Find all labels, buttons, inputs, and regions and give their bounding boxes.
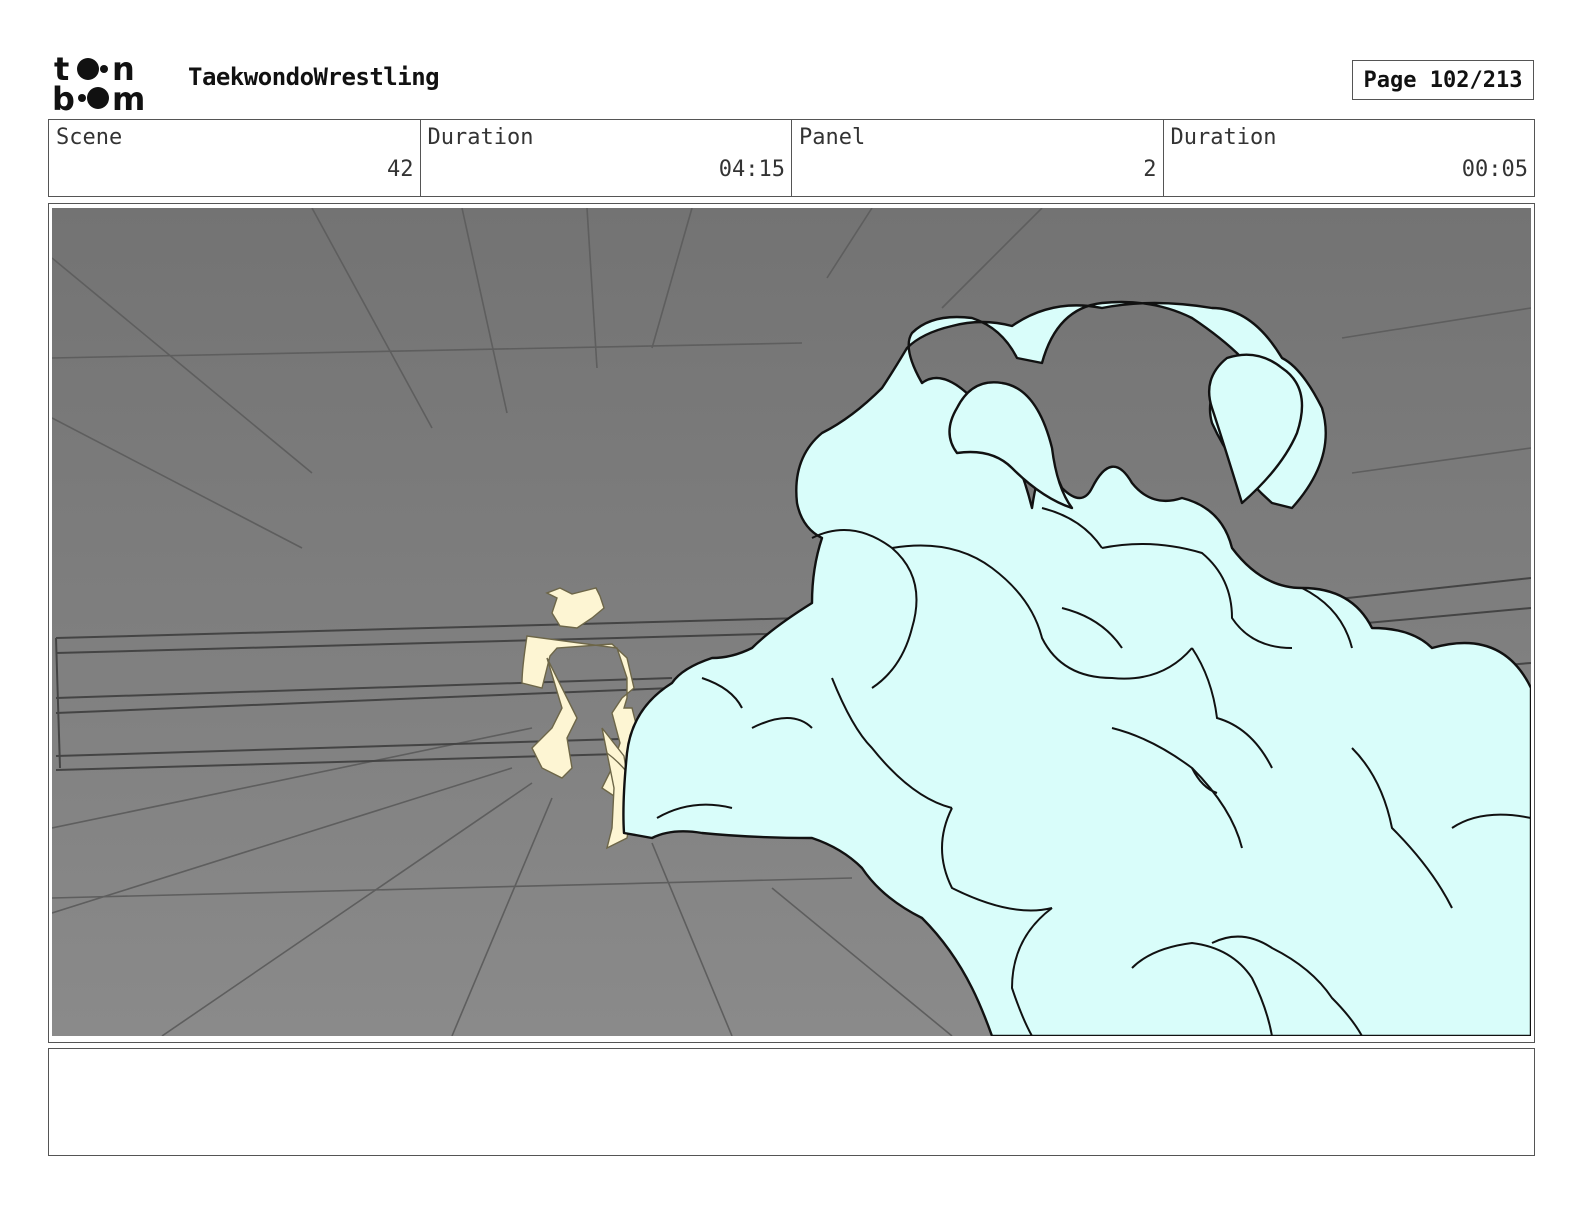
- panel-duration-cell: Duration 00:05: [1164, 120, 1535, 196]
- page-indicator: Page 102/213: [1352, 60, 1534, 100]
- panel-value: 2: [1143, 157, 1157, 182]
- svg-text:m: m: [112, 80, 145, 112]
- scene-info-row: Scene 42 Duration 04:15 Panel 2 Duration…: [48, 119, 1535, 197]
- toon-boom-logo: t n b m: [52, 50, 145, 112]
- scene-duration-cell: Duration 04:15: [421, 120, 792, 196]
- scene-cell: Scene 42: [49, 120, 421, 196]
- svg-text:b: b: [52, 80, 75, 112]
- panel-label: Panel: [799, 125, 866, 150]
- scene-duration-label: Duration: [427, 125, 534, 150]
- project-title: TaekwondoWrestling: [188, 63, 440, 91]
- panel-duration-value: 00:05: [1461, 157, 1528, 182]
- scene-label: Scene: [56, 125, 123, 150]
- panel-notes-box: [48, 1048, 1535, 1156]
- scene-value: 42: [387, 157, 414, 182]
- panel-cell: Panel 2: [792, 120, 1164, 196]
- panel-drawing: [52, 208, 1531, 1036]
- storyboard-panel: [48, 203, 1535, 1043]
- panel-duration-label: Duration: [1170, 125, 1277, 150]
- scene-duration-value: 04:15: [718, 157, 785, 182]
